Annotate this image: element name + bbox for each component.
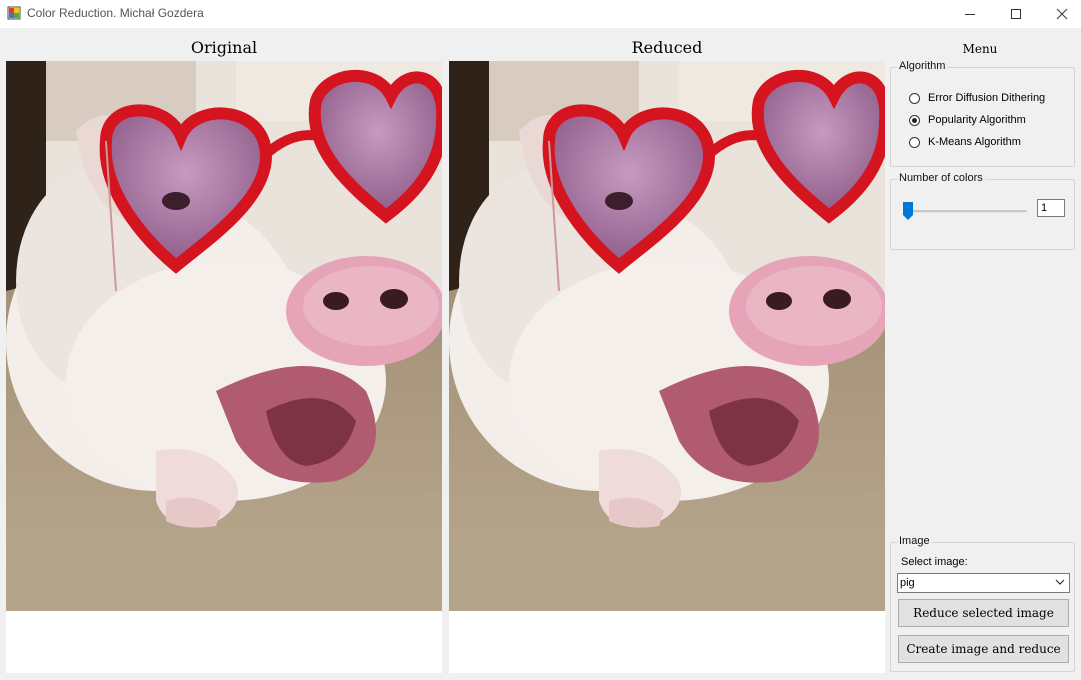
radio-k-means[interactable]: K-Means Algorithm: [909, 134, 1021, 150]
maximize-icon: [1011, 9, 1021, 19]
radio-button[interactable]: [909, 136, 920, 148]
select-image-label: Select image:: [901, 556, 968, 568]
maximize-button[interactable]: [993, 0, 1039, 28]
algorithm-group-label: Algorithm: [897, 60, 948, 72]
colors-number-input[interactable]: 1: [1037, 199, 1065, 217]
colors-group-label: Number of colors: [897, 172, 985, 184]
radio-button-selected[interactable]: [909, 114, 920, 126]
radio-label: Popularity Algorithm: [928, 114, 1026, 126]
window-title: Color Reduction. Michał Gozdera: [27, 6, 204, 20]
create-and-reduce-button[interactable]: Create image and reduce: [898, 635, 1069, 663]
radio-popularity[interactable]: Popularity Algorithm: [909, 112, 1026, 128]
image-select-value: pig: [900, 577, 915, 589]
minimize-button[interactable]: [947, 0, 993, 28]
radio-label: K-Means Algorithm: [928, 136, 1021, 148]
app-icon: [7, 6, 21, 20]
image-group-label: Image: [897, 535, 932, 547]
menu-title: Menu: [962, 42, 998, 56]
radio-error-diffusion[interactable]: Error Diffusion Dithering: [909, 90, 1045, 106]
colors-group: Number of colors 1: [890, 172, 1075, 250]
minimize-icon: [965, 14, 975, 15]
reduce-selected-button[interactable]: Reduce selected image: [898, 599, 1069, 627]
colors-slider-thumb[interactable]: [903, 202, 913, 220]
close-button[interactable]: [1039, 0, 1081, 28]
reduced-pig-image: [449, 61, 885, 611]
algorithm-group: Algorithm Error Diffusion Dithering Popu…: [890, 60, 1075, 167]
original-title: Original: [190, 38, 258, 57]
radio-label: Error Diffusion Dithering: [928, 92, 1046, 104]
reduced-image-panel: [449, 61, 885, 673]
image-select[interactable]: pig: [897, 573, 1070, 593]
image-group: Image Select image: pig Reduce selected …: [890, 535, 1075, 672]
colors-slider-track[interactable]: [905, 210, 1027, 213]
original-pig-image: [6, 61, 442, 611]
radio-button[interactable]: [909, 92, 920, 104]
close-icon: [1056, 8, 1068, 20]
original-image-panel: [6, 61, 442, 673]
title-bar: Color Reduction. Michał Gozdera: [0, 0, 1081, 28]
chevron-down-icon: [1055, 579, 1065, 585]
reduced-title: Reduced: [631, 38, 703, 57]
